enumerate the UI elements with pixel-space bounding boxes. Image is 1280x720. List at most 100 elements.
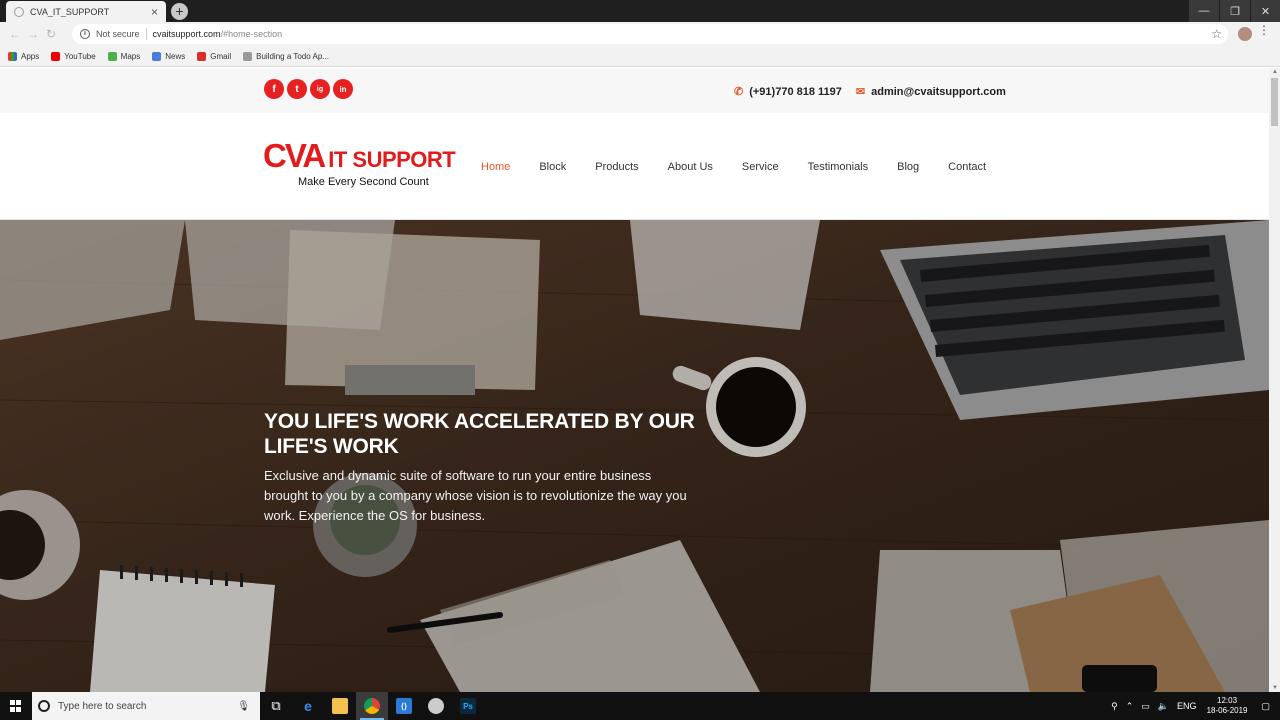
facebook-icon[interactable]: f xyxy=(264,79,284,99)
bookmark-todo[interactable]: Building a Todo Ap... xyxy=(243,51,329,61)
address-bar[interactable]: i Not secure cvaitsupport.com/#home-sect… xyxy=(72,24,1228,44)
bookmark-maps[interactable]: Maps xyxy=(107,51,141,61)
task-view-icon[interactable]: ⧉ xyxy=(260,692,292,720)
logo-main: CVA xyxy=(263,137,326,174)
scroll-down-icon[interactable]: ▼ xyxy=(1272,685,1278,691)
browser-toolbar: ← → ↻ i Not secure cvaitsupport.com/#hom… xyxy=(0,22,1280,46)
phone-contact[interactable]: ✆ (+91)770 818 1197 xyxy=(734,85,842,99)
youtube-icon xyxy=(51,51,61,61)
main-nav: Home Block Products About Us Service Tes… xyxy=(481,161,1015,173)
windows-logo-icon xyxy=(10,700,22,712)
notifications-icon[interactable]: ▢ xyxy=(1261,701,1270,712)
logo-sub: IT SUPPORT xyxy=(328,147,456,172)
nav-block[interactable]: Block xyxy=(539,161,566,173)
profile-avatar[interactable] xyxy=(1238,27,1252,41)
back-icon[interactable]: ← xyxy=(6,27,24,41)
security-label: Not secure xyxy=(96,29,140,39)
bookmark-label: Apps xyxy=(21,51,40,61)
site-header: CVA IT SUPPORT Make Every Second Count H… xyxy=(0,113,1269,220)
reload-icon[interactable]: ↻ xyxy=(42,27,60,41)
url-host: cvaitsupport.com xyxy=(152,29,221,39)
volume-icon[interactable]: 🔈 xyxy=(1158,701,1169,712)
logo-tagline: Make Every Second Count xyxy=(298,176,429,188)
chevron-up-icon[interactable]: ⌃ xyxy=(1126,701,1134,712)
clock-date: 18-06-2019 xyxy=(1206,706,1248,715)
nav-service[interactable]: Service xyxy=(742,161,779,173)
site-info-icon[interactable]: i xyxy=(80,29,90,39)
tab-favicon-icon xyxy=(14,6,24,17)
nav-blog[interactable]: Blog xyxy=(897,161,919,173)
browser-tabstrip: CVA_IT_SUPPORT × + — ❐ ✕ xyxy=(0,0,1280,22)
bookmark-news[interactable]: News xyxy=(152,51,186,61)
page-viewport: f t ig in ✆ (+91)770 818 1197 ✉ admin@cv… xyxy=(0,68,1269,692)
vscode-icon[interactable]: ⟨⟩ xyxy=(388,692,420,720)
gmail-icon xyxy=(197,51,207,61)
hero-description: Exclusive and dynamic suite of software … xyxy=(264,468,687,523)
social-links: f t ig in xyxy=(264,79,356,99)
apps-grid-icon xyxy=(8,51,17,61)
nav-testimonials[interactable]: Testimonials xyxy=(808,161,869,173)
close-window-icon[interactable]: ✕ xyxy=(1251,0,1280,22)
hero-title: YOU LIFE'S WORK ACCELERATED BY OUR LIFE'… xyxy=(264,410,695,458)
microphone-icon[interactable]: 🎙 xyxy=(237,701,250,712)
nav-about-us[interactable]: About Us xyxy=(668,161,713,173)
bookmark-label: YouTube xyxy=(64,51,96,61)
phone-number: (+91)770 818 1197 xyxy=(749,85,842,98)
start-button[interactable] xyxy=(0,692,32,720)
url-path: /#home-section xyxy=(220,29,283,39)
scrollbar-thumb[interactable] xyxy=(1271,78,1278,126)
linkedin-icon[interactable]: in xyxy=(333,79,353,99)
search-placeholder: Type here to search xyxy=(58,700,147,712)
address-divider xyxy=(145,28,147,40)
bookmark-label: Maps xyxy=(120,51,141,61)
edge-icon[interactable]: e xyxy=(292,692,324,720)
page-icon xyxy=(243,51,253,61)
url-text: cvaitsupport.com/#home-section xyxy=(153,29,283,39)
system-tray: ⚲ ⌃ ▭ 🔈 ENG 12:03 18-06-2019 ▢ xyxy=(1107,692,1280,720)
site-logo[interactable]: CVA IT SUPPORT Make Every Second Count xyxy=(263,137,456,188)
forward-icon[interactable]: → xyxy=(24,27,42,41)
minimize-icon[interactable]: — xyxy=(1189,0,1219,22)
bookmark-label: Building a Todo Ap... xyxy=(256,51,329,61)
chrome-icon[interactable] xyxy=(356,692,388,720)
nav-home[interactable]: Home xyxy=(481,161,510,173)
browser-tab[interactable]: CVA_IT_SUPPORT × xyxy=(6,1,166,22)
restore-icon[interactable]: ❐ xyxy=(1220,0,1250,22)
app-icon[interactable] xyxy=(420,692,452,720)
bookmark-youtube[interactable]: YouTube xyxy=(51,51,96,61)
phone-icon: ✆ xyxy=(734,86,744,98)
people-icon[interactable]: ⚲ xyxy=(1111,701,1118,712)
nav-products[interactable]: Products xyxy=(595,161,638,173)
tab-title: CVA_IT_SUPPORT xyxy=(30,6,110,17)
bookmark-gmail[interactable]: Gmail xyxy=(197,51,232,61)
news-icon xyxy=(152,51,162,61)
clock-time: 12:03 xyxy=(1217,696,1238,705)
taskbar-search[interactable]: Type here to search 🎙 xyxy=(32,692,260,720)
file-explorer-icon[interactable] xyxy=(324,692,356,720)
instagram-icon[interactable]: ig xyxy=(310,79,330,99)
bookmark-star-icon[interactable]: ☆ xyxy=(1211,27,1222,41)
network-icon[interactable]: ▭ xyxy=(1141,701,1150,712)
contact-info: ✆ (+91)770 818 1197 ✉ admin@cvaitsupport… xyxy=(734,85,1020,99)
language-indicator[interactable]: ENG xyxy=(1177,701,1197,711)
new-tab-button[interactable]: + xyxy=(171,3,188,20)
maps-icon xyxy=(107,51,117,61)
email-address: admin@cvaitsupport.com xyxy=(871,85,1006,98)
browser-menu-icon[interactable]: ⋮ xyxy=(1258,24,1270,36)
scroll-up-icon[interactable]: ▲ xyxy=(1272,69,1278,75)
top-info-bar: f t ig in ✆ (+91)770 818 1197 ✉ admin@cv… xyxy=(0,68,1269,113)
hero-section: YOU LIFE'S WORK ACCELERATED BY OUR LIFE'… xyxy=(0,220,1269,692)
bookmark-apps[interactable]: Apps xyxy=(8,51,40,61)
bookmark-label: News xyxy=(165,51,186,61)
clock[interactable]: 12:03 18-06-2019 xyxy=(1207,696,1248,716)
page-scrollbar[interactable]: ▲ ▼ xyxy=(1269,68,1280,692)
photoshop-icon[interactable]: Ps xyxy=(452,692,484,720)
nav-contact[interactable]: Contact xyxy=(948,161,986,173)
bookmark-label: Gmail xyxy=(210,51,232,61)
cortana-icon xyxy=(38,700,50,712)
tab-close-icon[interactable]: × xyxy=(151,5,158,19)
twitter-icon[interactable]: t xyxy=(287,79,307,99)
email-contact[interactable]: ✉ admin@cvaitsupport.com xyxy=(855,85,1006,99)
envelope-icon: ✉ xyxy=(855,86,866,98)
windows-taskbar: Type here to search 🎙 ⧉ e ⟨⟩ Ps ⚲ ⌃ ▭ 🔈 … xyxy=(0,692,1280,720)
